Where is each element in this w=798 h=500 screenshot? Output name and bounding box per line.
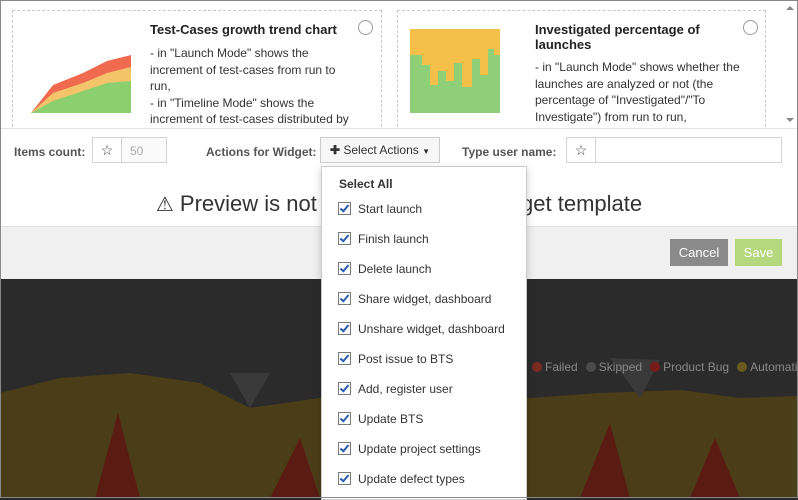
select-radio[interactable]: [358, 20, 373, 35]
plus-icon: ✚: [329, 143, 341, 157]
user-name-label: Type user name:: [462, 145, 557, 159]
legend-product-bug: Product Bug: [650, 360, 729, 374]
widget-card-growth-trend[interactable]: Test-Cases growth trend chart - in "Laun…: [12, 10, 382, 128]
action-start-launch[interactable]: Start launch: [338, 201, 422, 221]
legend-skipped: Skipped: [585, 360, 642, 374]
legend-automation: Automation: [737, 360, 798, 374]
checkbox-checked-icon[interactable]: [338, 412, 351, 425]
select-actions-dropdown: Select All Start launch Finish launch De…: [321, 166, 527, 500]
widget-card-investigated-percentage[interactable]: Investigated percentage of launches - in…: [397, 10, 766, 128]
scroll-down-arrow[interactable]: [786, 118, 794, 122]
items-count-label: Items count:: [14, 145, 86, 159]
card-title: Test-Cases growth trend chart: [150, 22, 337, 37]
star-icon[interactable]: ☆: [92, 137, 122, 163]
legend-failed: Failed: [532, 360, 578, 374]
checkbox-checked-icon[interactable]: [338, 382, 351, 395]
caret-down-icon: ▼: [422, 147, 431, 156]
action-share-widget[interactable]: Share widget, dashboard: [338, 291, 491, 311]
checkbox-checked-icon[interactable]: [338, 472, 351, 485]
card-title: Investigated percentage of launches: [535, 22, 700, 52]
card-description: - in "Launch Mode" shows the increment o…: [150, 46, 349, 126]
checkbox-checked-icon[interactable]: [338, 262, 351, 275]
user-name-input[interactable]: [596, 137, 782, 163]
widget-template-list: Test-Cases growth trend chart - in "Laun…: [0, 0, 798, 128]
save-button[interactable]: Save: [735, 239, 782, 266]
checkbox-checked-icon[interactable]: [338, 292, 351, 305]
action-post-issue[interactable]: Post issue to BTS: [338, 351, 453, 371]
checkbox-checked-icon[interactable]: [338, 442, 351, 455]
action-update-bts[interactable]: Update BTS: [338, 411, 423, 431]
growth-trend-thumbnail: [31, 55, 131, 113]
action-delete-launch[interactable]: Delete launch: [338, 261, 431, 281]
checkbox-checked-icon[interactable]: [338, 202, 351, 215]
action-update-project-settings[interactable]: Update project settings: [338, 441, 481, 461]
select-actions-button[interactable]: ✚ Select Actions ▼: [320, 137, 440, 163]
cancel-button[interactable]: Cancel: [670, 239, 728, 266]
items-count-input[interactable]: 50: [122, 137, 167, 163]
action-update-defect-types[interactable]: Update defect types: [338, 471, 465, 491]
chart-legend: Failed Skipped Product Bug Automation: [532, 360, 798, 374]
warning-icon: ⚠: [155, 194, 174, 216]
select-radio[interactable]: [743, 20, 758, 35]
card-description: - in "Launch Mode" shows whether the lau…: [535, 60, 740, 124]
checkbox-checked-icon[interactable]: [338, 352, 351, 365]
action-add-register-user[interactable]: Add, register user: [338, 381, 453, 401]
star-icon[interactable]: ☆: [566, 137, 596, 163]
checkbox-checked-icon[interactable]: [338, 232, 351, 245]
investigated-thumbnail: [410, 29, 500, 113]
action-unshare-widget[interactable]: Unshare widget, dashboard: [338, 321, 505, 341]
scroll-up-arrow[interactable]: [786, 6, 794, 10]
select-all-option[interactable]: Select All: [339, 177, 393, 191]
actions-label: Actions for Widget:: [206, 145, 317, 159]
action-finish-launch[interactable]: Finish launch: [338, 231, 429, 251]
select-actions-label: Select Actions: [343, 143, 419, 157]
checkbox-checked-icon[interactable]: [338, 322, 351, 335]
